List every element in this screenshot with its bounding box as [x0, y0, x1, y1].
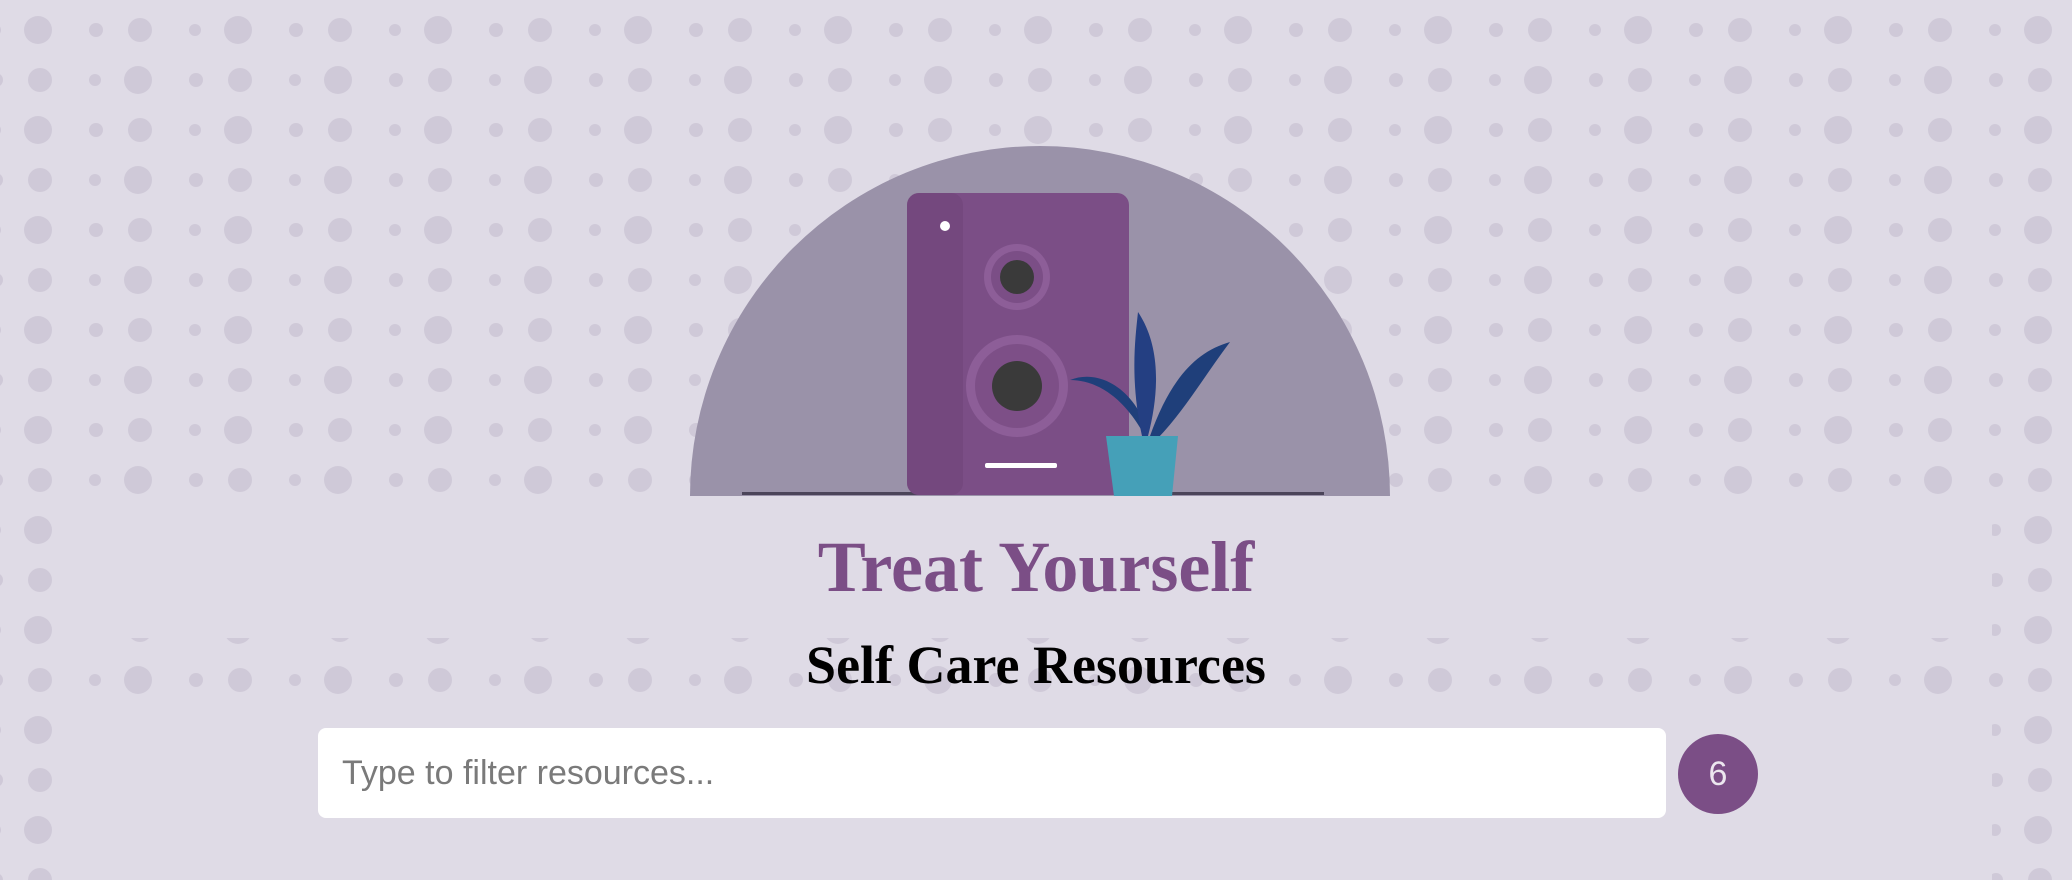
page-subtitle: Self Care Resources [806, 635, 1266, 695]
page-title: Treat Yourself [817, 527, 1255, 607]
page: Treat Yourself Self Care Resources 6 [0, 0, 2072, 880]
filter-resources-input[interactable] [318, 728, 1666, 818]
speaker-plant-illustration [690, 146, 1390, 496]
results-count-badge: 6 [1678, 734, 1758, 814]
